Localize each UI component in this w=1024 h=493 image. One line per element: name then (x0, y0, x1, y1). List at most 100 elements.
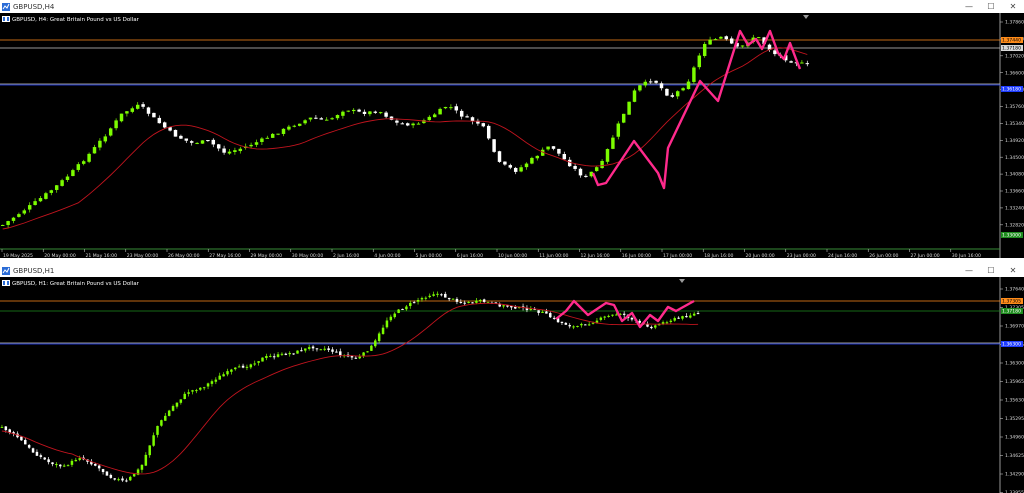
candle-body (135, 104, 140, 109)
candle-body (200, 140, 205, 144)
candle-body (241, 365, 245, 368)
candle-body (202, 387, 206, 389)
candle-body (20, 436, 23, 441)
candle-body (216, 144, 221, 149)
chart-window-h4[interactable]: GBPUSD,H4 — ☐ ✕ 1.378601.374401.370201.3… (0, 0, 1024, 258)
time-tick-label: 27 Jun 00:00 (911, 253, 940, 258)
candle-body (373, 111, 378, 113)
candle-body (692, 67, 696, 82)
candle-body (551, 146, 556, 149)
candle-body (497, 151, 502, 162)
candle-body (339, 351, 342, 356)
candle-body (152, 112, 156, 118)
candle-body (805, 63, 810, 65)
candle-body (616, 123, 621, 137)
time-tick-label: 17 Jun 00:00 (663, 253, 692, 258)
candle-body (420, 298, 424, 300)
time-tick-label: 26 May 00:00 (168, 253, 200, 258)
price-tick-label: 1.35295 (1005, 416, 1024, 422)
candle-body (578, 168, 583, 176)
candle-body (54, 185, 59, 190)
window-titlebar-h1[interactable]: GBPUSD,H1 — ☐ ✕ (0, 264, 1024, 278)
candle-body (486, 125, 491, 139)
candle-body (615, 314, 618, 316)
candle-body (281, 128, 286, 134)
chart-canvas-h1[interactable]: 1.376401.373051.369701.366351.363001.359… (0, 277, 1024, 493)
candle-body (541, 311, 544, 313)
candle-body (49, 190, 54, 193)
candle-body (362, 111, 367, 114)
candle-body (607, 315, 610, 317)
price-tag-label: 1.37440 (1002, 38, 1021, 44)
candle-body (572, 326, 575, 328)
candle-body (675, 91, 680, 97)
candle-body (447, 297, 451, 300)
candle-body (471, 302, 474, 304)
chart-window-h1[interactable]: GBPUSD,H1 — ☐ ✕ 1.37640 1.37305 1.36970 1.3… (0, 264, 1024, 493)
candle-body (535, 155, 540, 159)
candle-body (557, 148, 561, 154)
candle-body (276, 133, 280, 135)
candle-body (659, 83, 664, 89)
candle-body (233, 150, 237, 152)
candle-body (670, 95, 675, 97)
candle-body (157, 117, 162, 124)
candle-body (114, 120, 118, 129)
candle-body (405, 306, 408, 310)
candle-body (611, 137, 615, 149)
window-titlebar-h4[interactable]: GBPUSD,H4 — ☐ ✕ (0, 0, 1024, 14)
candle-body (459, 301, 463, 303)
candle-body (800, 62, 804, 64)
candle-body (214, 379, 218, 382)
price-tick-label: 1.34625 (1005, 453, 1024, 459)
candle-body (211, 139, 216, 145)
time-tick-label: 16 Jun 00:00 (622, 253, 651, 258)
candle-body (179, 135, 183, 139)
candle-body (475, 300, 478, 303)
candle-body (125, 480, 128, 482)
candle-body (463, 302, 466, 304)
candle-body (400, 123, 405, 125)
candle-body (449, 107, 453, 109)
candle-body (605, 149, 610, 162)
candle-body (66, 465, 70, 467)
time-tick-label: 6 Jun 16:00 (457, 253, 483, 258)
candle-body (416, 299, 420, 302)
candle-body (346, 110, 351, 112)
maximize-icon[interactable]: ☐ (980, 1, 1002, 13)
chart-area-h1[interactable]: 1.376401.373051.369701.366351.363001.359… (0, 277, 1024, 493)
candle-body (702, 43, 707, 56)
candle-body (454, 106, 459, 111)
candle-body (580, 323, 583, 326)
candle-body (560, 321, 564, 323)
candle-body (121, 478, 124, 481)
chart-area-h4[interactable]: 1.37860 1.37440 1.37020 1.36600 1.36180 1.357… (0, 13, 1024, 258)
candle-body (74, 459, 78, 462)
candle-body (175, 402, 179, 407)
candle-body (195, 390, 198, 392)
chart-canvas-h4[interactable]: 1.37860 1.37440 1.37020 1.36600 1.36180 1.357… (0, 13, 1024, 258)
candle-body (226, 371, 229, 375)
price-tick-label: 1.34080 (1005, 172, 1024, 178)
candle-body (280, 353, 284, 355)
time-tick-label: 12 Jun 16:00 (581, 253, 610, 258)
maximize-icon[interactable]: ☐ (980, 265, 1002, 277)
close-icon[interactable]: ✕ (1002, 1, 1024, 13)
candle-body (160, 420, 163, 426)
price-tag-label: 1.36180 (1002, 87, 1021, 93)
candle-body (44, 193, 48, 199)
minimize-icon[interactable]: — (958, 1, 980, 13)
candle-body (331, 349, 334, 352)
price-tick-label: 1.35760 (1005, 104, 1024, 110)
candle-body (444, 293, 447, 298)
close-icon[interactable]: ✕ (1002, 265, 1024, 277)
price-tick-label: 1.37640 (1005, 287, 1024, 293)
candle-body (519, 167, 523, 172)
zigzag-line (591, 29, 802, 190)
minimize-icon[interactable]: — (958, 265, 980, 277)
candle-body (76, 164, 81, 170)
candle-body (113, 478, 116, 480)
candle-body (238, 148, 243, 152)
candle-body (438, 108, 442, 115)
candle-body (530, 157, 534, 164)
